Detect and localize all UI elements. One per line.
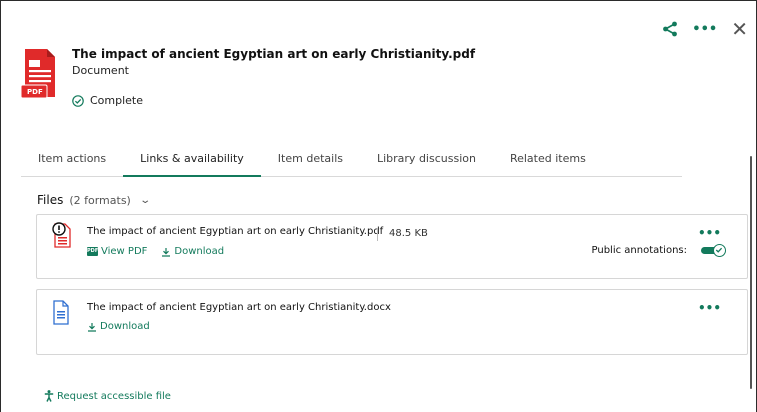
document-title: The impact of ancient Egyptian art on ea… — [72, 47, 476, 61]
files-toggle[interactable]: Files (2 formats) ⌄ — [37, 193, 151, 207]
accessibility-icon — [44, 390, 54, 402]
check-circle-icon — [72, 94, 84, 107]
download-icon — [162, 247, 171, 257]
public-annotations-toggle[interactable] — [701, 244, 726, 257]
tab-bar: Item actions Links & availability Item d… — [21, 149, 682, 177]
download-icon — [88, 322, 96, 332]
request-accessible-link[interactable]: Request accessible file — [44, 390, 171, 402]
tab-related-items[interactable]: Related items — [493, 149, 603, 177]
file-more-icon[interactable]: ••• — [698, 226, 721, 240]
file-card-pdf: The impact of ancient Egyptian art on ea… — [36, 214, 748, 279]
view-pdf-link[interactable]: PDF View PDF — [87, 246, 147, 257]
file-name: The impact of ancient Egyptian art on ea… — [87, 302, 391, 313]
status-indicator: Complete — [72, 94, 143, 107]
pdf-mini-icon: PDF — [87, 247, 99, 256]
download-link[interactable]: Download — [161, 246, 224, 257]
file-name: The impact of ancient Egyptian art on ea… — [87, 226, 384, 237]
status-text: Complete — [90, 94, 144, 107]
download-label: Download — [174, 246, 225, 257]
close-icon[interactable]: ✕ — [731, 19, 748, 39]
check-icon — [715, 247, 723, 253]
scrollbar[interactable] — [750, 156, 752, 389]
item-header: PDF The impact of ancient Egyptian art o… — [21, 47, 641, 117]
file-size: 48.5 KB — [389, 228, 428, 239]
file-links: PDF View PDF Download — [87, 246, 224, 257]
chevron-down-icon: ⌄ — [139, 194, 151, 206]
file-more-icon[interactable]: ••• — [698, 301, 721, 315]
file-card-docx: The impact of ancient Egyptian art on ea… — [36, 289, 748, 355]
request-accessible-label: Request accessible file — [57, 390, 171, 402]
item-panel: ••• ✕ PDF The impact of ancient Egyptian… — [0, 0, 757, 412]
document-type: Document — [72, 64, 129, 77]
files-count: (2 formats) — [69, 193, 131, 207]
tab-item-actions[interactable]: Item actions — [21, 149, 123, 177]
tab-item-details[interactable]: Item details — [261, 149, 360, 177]
docx-file-icon — [53, 300, 69, 325]
tab-links-availability[interactable]: Links & availability — [123, 149, 261, 177]
pdf-badge-label: PDF — [27, 88, 43, 96]
more-dots-icon[interactable]: ••• — [692, 22, 717, 37]
download-link[interactable]: Download — [87, 321, 150, 332]
view-pdf-label: View PDF — [101, 246, 148, 257]
public-annotations: Public annotations: — [591, 244, 726, 257]
toggle-knob — [713, 244, 726, 257]
public-annotations-label: Public annotations: — [591, 244, 687, 256]
share-icon[interactable] — [662, 21, 678, 37]
file-links: Download — [87, 321, 150, 332]
panel-actions: ••• ✕ — [662, 19, 748, 39]
divider — [377, 228, 378, 241]
download-label: Download — [100, 321, 150, 332]
pdf-file-small-icon — [52, 222, 71, 248]
files-heading: Files — [37, 193, 64, 207]
tab-library-discussion[interactable]: Library discussion — [360, 149, 493, 177]
